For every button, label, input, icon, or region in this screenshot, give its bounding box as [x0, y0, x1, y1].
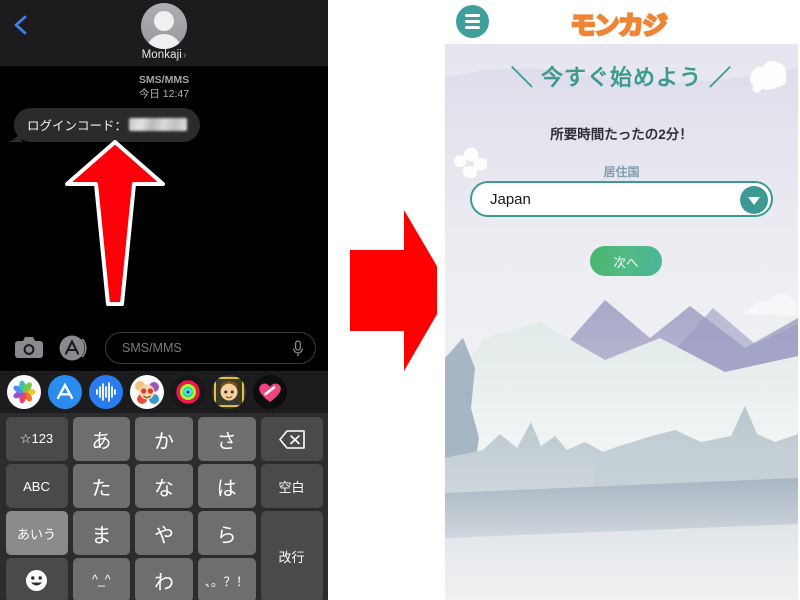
- key-ma[interactable]: ま: [72, 511, 131, 555]
- subtitle: 所要時間たったの2分！: [550, 127, 693, 142]
- thread-meta: SMS/MMS 今日 12:47: [0, 74, 328, 101]
- page-title: ＼ 今すぐ始めよう ／: [510, 65, 733, 90]
- thread-service-label: SMS/MMS: [138, 74, 190, 86]
- keyboard-row: ABC た な は 空白: [3, 464, 325, 508]
- keyboard-row: ☆123 あ か さ: [3, 417, 325, 461]
- red-up-arrow-annotation: [62, 138, 168, 308]
- key-kana-mode[interactable]: あいう: [5, 511, 68, 555]
- key-ra[interactable]: ら: [197, 511, 256, 555]
- country-select[interactable]: Japan: [470, 181, 773, 217]
- next-button[interactable]: 次へ: [590, 246, 662, 276]
- brand-logo[interactable]: モンカジ: [437, 6, 800, 42]
- sms-input-field[interactable]: SMS/MMS: [105, 332, 316, 364]
- message-input-bar: SMS/MMS: [0, 325, 328, 371]
- digital-touch-app-icon[interactable]: [253, 375, 287, 409]
- key-wa[interactable]: わ: [135, 558, 193, 600]
- key-ha[interactable]: は: [197, 464, 256, 508]
- key-numbers[interactable]: ☆123: [5, 417, 68, 461]
- keyboard-row: あいう ま や ら ^_^ わ 、。？！ 改行: [3, 511, 325, 600]
- key-space[interactable]: 空白: [260, 464, 323, 508]
- contact-avatar[interactable]: [141, 3, 187, 49]
- imessage-app-drawer: [0, 371, 328, 413]
- sms-input-placeholder: SMS/MMS: [122, 341, 182, 355]
- key-backspace[interactable]: [260, 417, 323, 461]
- activity-rings-app-icon[interactable]: [171, 375, 205, 409]
- signup-stage: ＼ 今すぐ始めよう ／ 所要時間たったの2分！ 居住国 Japan 次へ: [445, 38, 798, 600]
- message-bubble[interactable]: ログインコード：: [14, 108, 201, 142]
- chevron-down-triangle: [748, 196, 760, 205]
- contact-name-label: Monkaji: [141, 49, 182, 61]
- memoji-stickers-app-icon[interactable]: [130, 375, 164, 409]
- app-store-icon[interactable]: [58, 334, 88, 362]
- contact-name[interactable]: Monkaji›: [0, 49, 328, 61]
- messages-navbar: Monkaji›: [0, 0, 328, 66]
- animoji-app-icon[interactable]: [212, 375, 246, 409]
- photos-app-icon[interactable]: [7, 375, 41, 409]
- casino-app-panel: モンカジ ＼ 今すぐ始めよう ／ 所要時間たったの2分！ 居住国 Japan 次…: [437, 0, 800, 600]
- key-sa[interactable]: さ: [197, 417, 256, 461]
- country-field-label: 居住国: [603, 165, 640, 179]
- key-ya[interactable]: や: [135, 511, 193, 555]
- key-na[interactable]: な: [135, 464, 193, 508]
- app-store-app-icon[interactable]: [48, 375, 82, 409]
- thread-timestamp: 今日 12:47: [138, 87, 190, 100]
- snow-mound-decoration: [743, 284, 798, 320]
- key-return[interactable]: 改行: [260, 511, 323, 600]
- camera-icon[interactable]: [14, 336, 44, 360]
- country-selected-value: Japan: [490, 191, 531, 208]
- back-chevron-icon[interactable]: [10, 12, 32, 38]
- screenshot-root: Monkaji› SMS/MMS 今日 12:47 ログインコード： SMS/M…: [0, 0, 800, 600]
- messages-app-panel: Monkaji› SMS/MMS 今日 12:47 ログインコード： SMS/M…: [0, 0, 328, 600]
- key-emoji[interactable]: [5, 558, 68, 600]
- microphone-icon[interactable]: [292, 340, 304, 358]
- casino-topbar: モンカジ: [437, 0, 800, 44]
- key-punctuation[interactable]: 、。？！: [197, 558, 256, 600]
- audio-message-app-icon[interactable]: [89, 375, 123, 409]
- key-abc[interactable]: ABC: [5, 464, 68, 508]
- avatar-body: [146, 34, 182, 49]
- japanese-kana-keyboard: ☆123 あ か さ ABC た な は 空白 あいう ま や ら ^_^ わ …: [0, 413, 328, 600]
- chevron-down-icon[interactable]: [740, 185, 768, 214]
- key-ka[interactable]: か: [135, 417, 193, 461]
- contact-name-chevron-icon: ›: [182, 50, 187, 61]
- redacted-login-code: [129, 118, 188, 131]
- message-text: ログインコード：: [27, 119, 128, 133]
- key-kaomoji[interactable]: ^_^: [72, 558, 131, 600]
- avatar-head: [154, 11, 174, 31]
- key-a[interactable]: あ: [72, 417, 131, 461]
- key-ta[interactable]: た: [72, 464, 131, 508]
